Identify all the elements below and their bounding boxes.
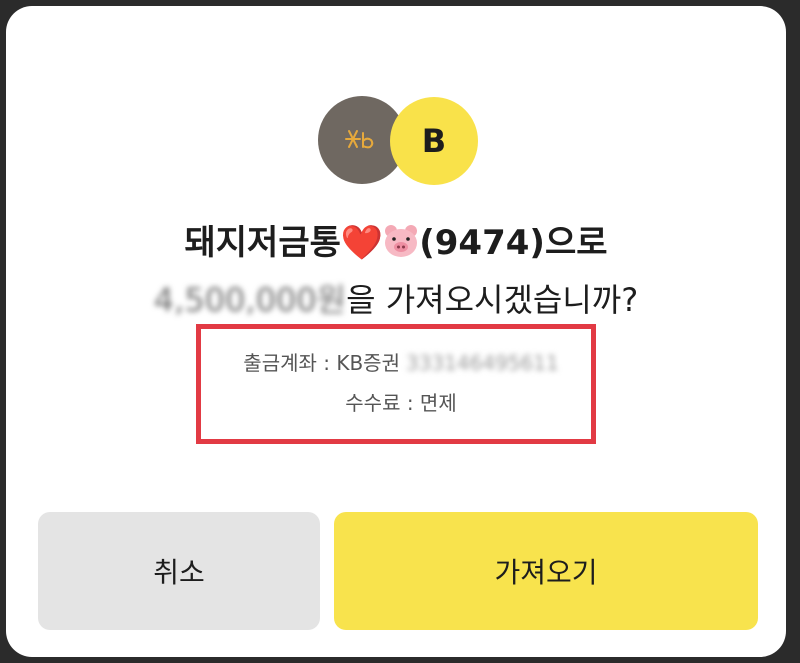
confirmation-dialog: B 돼지저금통❤️ (9474)으로 4,500,000원을 가져오시겠습니까?	[6, 6, 786, 657]
fee-label: 수수료 : 면제	[345, 391, 457, 415]
kb-bank-b-logo-icon: B	[390, 97, 478, 185]
withdraw-account-number: 333146495611	[406, 351, 559, 375]
account-name: 돼지저금통	[184, 223, 341, 263]
question-text: 을 가져오시겠습니까?	[346, 281, 639, 319]
dialog-title: 돼지저금통❤️ (9474)으로	[6, 218, 786, 268]
details-highlight-box: 출금계좌 : KB증권 333146495611 수수료 : 면제	[196, 324, 596, 444]
confirm-transfer-button[interactable]: 가져오기	[334, 512, 758, 630]
screen-frame: B 돼지저금통❤️ (9474)으로 4,500,000원을 가져오시겠습니까?	[0, 0, 800, 663]
pig-face-icon	[383, 222, 419, 257]
confirm-button-label: 가져오기	[494, 556, 598, 589]
cancel-button[interactable]: 취소	[38, 512, 320, 630]
transfer-amount: 4,500,000원	[153, 281, 347, 319]
fee-row: 수수료 : 면제	[11, 387, 786, 416]
heart-icon: ❤️	[340, 223, 384, 263]
transfer-question: 4,500,000원을 가져오시겠습니까?	[6, 276, 786, 324]
account-suffix: (9474)으로	[419, 223, 608, 263]
b-logo-letter: B	[421, 122, 447, 160]
withdraw-account-row: 출금계좌 : KB증권 333146495611	[11, 347, 786, 376]
withdraw-account-label: 출금계좌 : KB증권	[243, 351, 400, 375]
logo-group: B	[318, 96, 488, 185]
cancel-button-label: 취소	[153, 556, 205, 589]
